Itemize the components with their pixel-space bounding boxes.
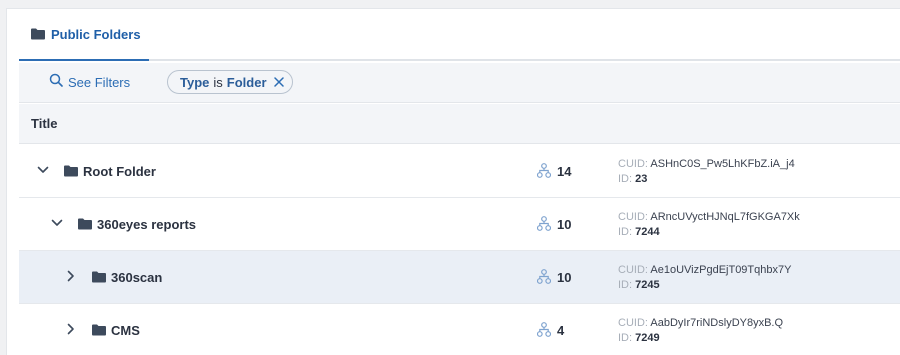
- tab-public-folders[interactable]: Public Folders: [19, 9, 149, 61]
- folder-name[interactable]: Root Folder: [83, 164, 156, 179]
- id-value: 7249: [635, 332, 660, 344]
- cuid-line: CUID: ASHnC0S_Pw5LhKFbZ.iA_j4: [618, 158, 795, 170]
- cuid-label: CUID:: [618, 211, 648, 223]
- search-icon: [49, 73, 63, 92]
- child-count: 14: [557, 164, 572, 179]
- id-line: ID: 7244: [618, 226, 660, 238]
- filter-bar: See Filters Type is Folder: [19, 63, 900, 103]
- tab-bar: Public Folders: [19, 9, 900, 61]
- folder-name[interactable]: 360eyes reports: [97, 217, 196, 232]
- tab-label: Public Folders: [51, 26, 141, 42]
- folder-name[interactable]: 360scan: [111, 270, 162, 285]
- table-row[interactable]: CMS 4 CUID: AabDyIr7riNDslyDY8yxB.Q ID: …: [19, 304, 900, 355]
- id-label: ID:: [618, 279, 633, 291]
- cuid-label: CUID:: [618, 158, 648, 170]
- table-row[interactable]: 360scan 10 CUID: Ae1oUVizPgdEjT09Tqhbx7Y…: [19, 251, 900, 304]
- folders-panel: Public Folders See Filters Type is Folde…: [6, 8, 900, 355]
- folder-icon: [31, 28, 45, 40]
- id-label: ID:: [618, 332, 633, 344]
- id-value: 7244: [635, 226, 660, 238]
- cuid-line: CUID: Ae1oUVizPgdEjT09Tqhbx7Y: [618, 264, 791, 276]
- cuid-line: CUID: AabDyIr7riNDslyDY8yxB.Q: [618, 317, 783, 329]
- filter-chip-field: Type: [180, 74, 210, 90]
- filter-chip[interactable]: Type is Folder: [167, 70, 293, 94]
- see-filters-label: See Filters: [68, 75, 131, 90]
- table-header: Title: [19, 104, 900, 144]
- column-header-title[interactable]: Title: [31, 116, 58, 131]
- see-filters-button[interactable]: See Filters: [49, 73, 130, 92]
- id-value: 23: [635, 173, 648, 185]
- child-count: 10: [557, 270, 572, 285]
- id-value: 7245: [635, 279, 660, 291]
- filter-chip-operator: is: [213, 74, 223, 90]
- close-icon[interactable]: [273, 77, 284, 87]
- id-line: ID: 23: [618, 173, 647, 185]
- cuid-label: CUID:: [618, 317, 648, 329]
- child-count: 10: [557, 217, 572, 232]
- id-label: ID:: [618, 226, 633, 238]
- cuid-value: ARncUVyctHJNqL7fGKGA7Xk: [650, 211, 800, 223]
- table-row[interactable]: Root Folder 14 CUID: ASHnC0S_Pw5LhKFbZ.i…: [19, 145, 900, 198]
- id-line: ID: 7245: [618, 279, 660, 291]
- cuid-value: ASHnC0S_Pw5LhKFbZ.iA_j4: [650, 158, 795, 170]
- folder-name[interactable]: CMS: [111, 323, 140, 338]
- cuid-value: AabDyIr7riNDslyDY8yxB.Q: [650, 317, 784, 329]
- id-line: ID: 7249: [618, 332, 660, 344]
- cuid-value: Ae1oUVizPgdEjT09Tqhbx7Y: [650, 264, 792, 276]
- table-row[interactable]: 360eyes reports 10 CUID: ARncUVyctHJNqL7…: [19, 198, 900, 251]
- child-count: 4: [557, 323, 565, 338]
- filter-chip-value: Folder: [226, 74, 267, 90]
- cuid-line: CUID: ARncUVyctHJNqL7fGKGA7Xk: [618, 211, 800, 223]
- id-label: ID:: [618, 173, 633, 185]
- cuid-label: CUID:: [618, 264, 648, 276]
